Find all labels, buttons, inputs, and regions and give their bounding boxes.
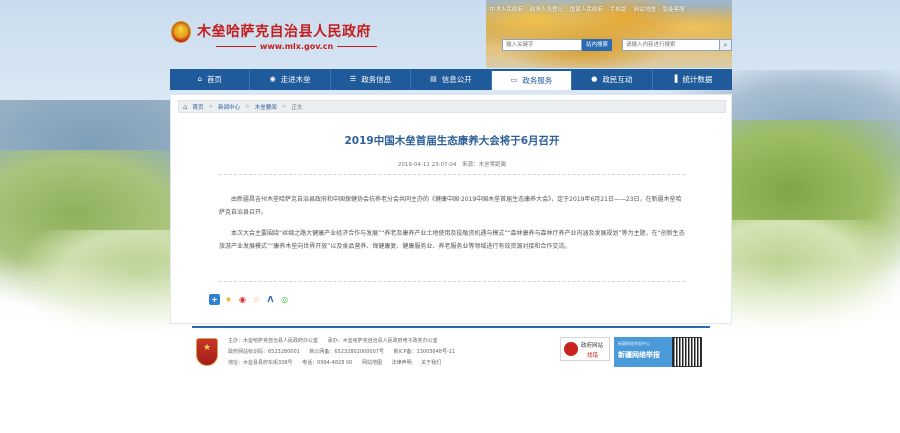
breadcrumb-separator: > [281, 103, 287, 110]
weibo-icon[interactable]: ◉ [237, 294, 248, 305]
global-search: ⌕ [622, 39, 732, 51]
top-link[interactable]: 政务人员登记 [530, 5, 563, 13]
wechat-icon[interactable]: ◎ [279, 294, 290, 305]
nav-label: 首页 [206, 75, 222, 84]
qr-code-icon [672, 337, 702, 367]
top-link[interactable]: 网站地图 [634, 5, 656, 13]
chart-icon: ▐ [672, 75, 678, 83]
breadcrumb-separator: > [208, 103, 214, 110]
nav-item-statistics[interactable]: ▐ 统计数据 [653, 69, 732, 90]
site-footer: 主办：木垒哈萨克自治县人民政府办公室 承办：木垒哈萨克自治县人民政府电子政务办公… [192, 326, 710, 370]
nav-label: 政务服务 [522, 76, 553, 85]
gov-badge-sublabel: 找错 [587, 353, 599, 359]
article-title: 2019中国木垒首届生态康养大会将于6月召开 [344, 135, 560, 147]
footer-address: 地址：木垒县县府东街338号 [228, 360, 293, 366]
monitor-icon: ▭ [510, 76, 518, 84]
breadcrumb-home[interactable]: 首页 [192, 103, 203, 111]
breadcrumb-separator: > [245, 103, 250, 110]
footer-sitemap-link[interactable]: 网站地图 [362, 360, 382, 366]
divider [219, 174, 685, 175]
nav-item-services[interactable]: ▭ 政务服务 [491, 69, 573, 90]
footer-undertaker: 承办：木垒哈萨克自治县人民政府电子政务办公室 [327, 338, 438, 344]
nav-item-about[interactable]: ◉ 走进木垒 [250, 69, 331, 90]
share-bar: + ★ ◉ ☆ Λ ◎ [209, 294, 290, 305]
footer-police-record: 新公网备：65232802000007号 [309, 349, 384, 355]
nav-item-disclosure[interactable]: ▤ 信息公开 [411, 69, 492, 90]
report-center-badge[interactable]: 新疆网络举报中心 新疆网络举报 [614, 337, 672, 367]
main-nav: ⌂ 首页 ◉ 走进木垒 ☰ 政务信息 ▤ 信息公开 ▭ 政务服务 ● 政民互动 … [170, 69, 732, 90]
article-source: 来源：木垒零距离 [462, 162, 507, 168]
gov-seal-icon [564, 342, 578, 356]
search-icon[interactable]: ⌕ [720, 39, 732, 51]
article-paragraph: 由新疆昌吉州木垒哈萨克自治县政府和中国保健协会抗养老分会共同主办的《健康中国·2… [219, 196, 682, 216]
favorite-icon[interactable]: ★ [223, 294, 234, 305]
breadcrumb-mulei-news[interactable]: 木垒要闻 [255, 103, 277, 111]
top-links: 中木人民政府 政务人员登记 国家人民政府 手机版 网站地图 智能客服 [490, 5, 685, 13]
article-paragraph: 本次大会主要围绕“丝绸之路大健康产业经济合作与发展”“养老及康养产业土地使用及投… [219, 230, 685, 250]
top-link[interactable]: 国家人民政府 [570, 5, 603, 13]
page-container: 木垒哈萨克自治县人民政府 www.mlx.gov.cn 中木人民政府 政务人员登… [170, 0, 732, 433]
footer-site-code: 政府网站标识码：6523280001 [228, 349, 300, 355]
article-meta: 2019-04-11 23:07:04 来源：木垒零距离 [171, 160, 733, 168]
nav-label: 走进木垒 [280, 75, 311, 84]
list-icon: ☰ [349, 75, 357, 83]
nav-label: 政务信息 [361, 75, 392, 84]
breadcrumb: ⌂ 首页 > 新闻中心 > 木垒要闻 > 正文 [178, 100, 726, 113]
global-search-input[interactable] [622, 39, 720, 51]
footer-phone: 电话：0994-4828 00 [302, 360, 353, 366]
top-link[interactable]: 手机版 [610, 5, 627, 13]
renren-icon[interactable]: Λ [265, 294, 276, 305]
nav-item-news[interactable]: ☰ 政务信息 [331, 69, 412, 90]
gov-site-error-badge[interactable]: 政府网站 找错 [560, 337, 610, 361]
nav-label: 信息公开 [441, 75, 472, 84]
report-badge-main: 新疆网络举报 [618, 351, 660, 359]
camera-icon: ◉ [269, 75, 276, 83]
gov-badge-label: 政府网站 [581, 343, 604, 349]
site-header: 木垒哈萨克自治县人民政府 www.mlx.gov.cn 中木人民政府 政务人员登… [170, 0, 732, 68]
top-link[interactable]: 智能客服 [663, 5, 685, 13]
footer-legal-link[interactable]: 法律声明 [392, 360, 412, 366]
nav-item-home[interactable]: ⌂ 首页 [170, 69, 251, 90]
breadcrumb-current: 正文 [291, 104, 303, 111]
search-button[interactable]: 站内搜索 [582, 39, 612, 51]
home-icon: ⌂ [197, 75, 202, 83]
national-emblem-icon [171, 21, 191, 43]
footer-emblem-icon [196, 338, 218, 366]
top-link[interactable]: 中木人民政府 [490, 5, 523, 13]
nav-label: 政民互动 [602, 75, 633, 84]
site-title[interactable]: 木垒哈萨克自治县人民政府 [197, 21, 371, 41]
chat-icon: ● [591, 75, 598, 83]
nav-item-interaction[interactable]: ● 政民互动 [572, 69, 653, 90]
footer-info: 主办：木垒哈萨克自治县人民政府办公室 承办：木垒哈萨克自治县人民政府电子政务办公… [228, 336, 463, 369]
nav-label: 统计数据 [682, 75, 713, 84]
divider [219, 281, 685, 282]
qzone-icon[interactable]: ☆ [251, 294, 262, 305]
document-icon: ▤ [430, 75, 437, 83]
article-date: 2019-04-11 23:07:04 [397, 162, 457, 168]
report-badge-top: 新疆网络举报中心 [618, 341, 650, 346]
article-card: ⌂ 首页 > 新闻中心 > 木垒要闻 > 正文 2019中国木垒首届生态康养大会… [170, 94, 732, 324]
home-icon: ⌂ [183, 102, 188, 111]
plus-share-icon[interactable]: + [209, 294, 220, 305]
site-url: www.mlx.gov.cn [215, 42, 378, 51]
site-search: 站内搜索 [502, 39, 612, 51]
breadcrumb-news-center[interactable]: 新闻中心 [218, 103, 240, 111]
search-input[interactable] [502, 39, 582, 51]
footer-icp-record[interactable]: 新ICP备：13003648号-11 [394, 349, 456, 355]
footer-about-link[interactable]: 关于我们 [421, 360, 441, 366]
footer-organizer: 主办：木垒哈萨克自治县人民政府办公室 [228, 338, 319, 344]
